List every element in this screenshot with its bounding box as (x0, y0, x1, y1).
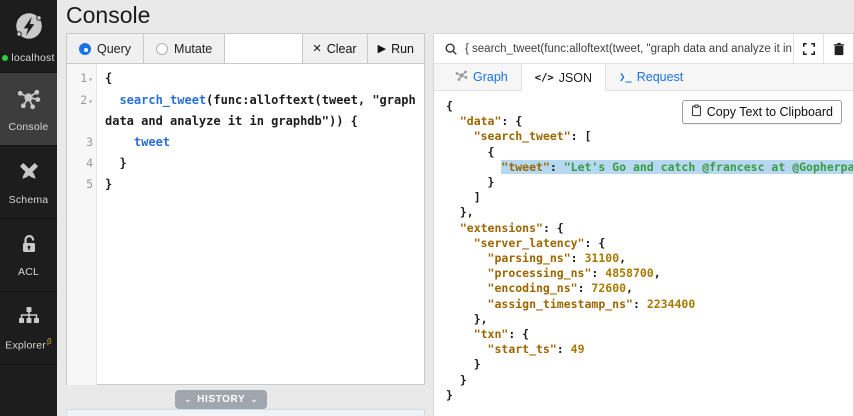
code-brackets-icon: </> (535, 72, 554, 84)
query-editor[interactable]: 1▾{2▾ search_tweet(func:alloftext(tweet,… (67, 64, 424, 385)
sidebar-item-explorer[interactable]: Explorerβ (0, 292, 57, 365)
query-mode-label: Query (97, 42, 131, 56)
sidebar: localhost Console (0, 0, 57, 416)
editor-line: 5} (67, 174, 424, 195)
query-panel: Query Mutate ✕ Clear ▶ Run 1▾{2▾ search_… (66, 33, 425, 385)
query-radio-icon[interactable] (79, 43, 91, 55)
json-line: "parsing_ns": 31100, (446, 251, 853, 266)
json-response-area: Copy Text to Clipboard { "data": { "sear… (434, 91, 853, 416)
json-line: } (446, 388, 853, 403)
json-line: } (446, 373, 853, 388)
terminal-prompt-icon: ❯_ (619, 71, 632, 83)
sidebar-item-acl[interactable]: ACL (0, 219, 57, 292)
tab-json[interactable]: </> JSON (521, 64, 606, 91)
dgraph-logo-icon (12, 9, 46, 48)
clipboard-icon (691, 104, 702, 120)
sidebar-item-console[interactable]: Console (0, 73, 57, 146)
json-line: }, (446, 312, 853, 327)
line-number: 1▾ (67, 68, 97, 90)
line-number: 3 (67, 132, 97, 153)
json-line: "extensions": { (446, 221, 853, 236)
tab-request[interactable]: ❯_ Request (606, 64, 696, 90)
json-line: "search_tweet": [ (446, 129, 853, 144)
query-toolbar: Query Mutate ✕ Clear ▶ Run (67, 34, 424, 64)
query-mode-radio[interactable]: Query (67, 34, 144, 63)
sidebar-item-label: Console (9, 121, 49, 133)
copy-to-clipboard-button[interactable]: Copy Text to Clipboard (682, 100, 842, 124)
app-window: localhost Console (0, 0, 854, 416)
json-line: "assign_timestamp_ns": 2234400 (446, 297, 853, 312)
json-line: "txn": { (446, 327, 853, 342)
search-icon (434, 42, 465, 56)
tab-graph[interactable]: Graph (442, 64, 521, 90)
chevron-down-icon: ⌄ (184, 394, 192, 405)
acl-lock-icon (17, 233, 41, 262)
result-searchbar[interactable]: { search_tweet(func:alloftext(tweet, "gr… (434, 34, 853, 64)
query-preview-text: { search_tweet(func:alloftext(tweet, "gr… (465, 43, 793, 55)
graph-tab-icon (455, 69, 468, 85)
editor-line: 1▾{ (67, 68, 424, 90)
schema-pencils-icon (16, 159, 42, 190)
json-line: "server_latency": { (446, 236, 853, 251)
line-number: 5 (67, 174, 97, 195)
json-line: "processing_ns": 4858700, (446, 266, 853, 281)
sidebar-item-label: Schema (9, 194, 49, 206)
mutate-mode-label: Mutate (174, 42, 212, 56)
clear-button[interactable]: ✕ Clear (302, 34, 367, 63)
history-panel-edge[interactable] (66, 409, 425, 416)
console-graph-icon (15, 85, 42, 117)
explorer-sitemap-icon (17, 304, 41, 333)
editor-line: 3 tweet (67, 132, 424, 153)
sidebar-item-localhost[interactable]: localhost (0, 0, 57, 73)
chevron-down-icon: ⌄ (250, 394, 258, 405)
result-tabs: Graph </> JSON ❯_ Request (434, 64, 853, 91)
run-icon: ▶ (378, 42, 386, 55)
json-line: "encoding_ns": 72600, (446, 281, 853, 296)
fold-caret-icon[interactable]: ▾ (88, 91, 93, 112)
fullscreen-button[interactable] (793, 34, 823, 63)
sidebar-item-schema[interactable]: Schema (0, 146, 57, 219)
json-line: } (446, 175, 853, 190)
json-line: "start_ts": 49 (446, 342, 853, 357)
run-button[interactable]: ▶ Run (367, 34, 424, 63)
sidebar-item-label: Explorerβ (5, 337, 52, 352)
sidebar-item-label: ACL (18, 266, 39, 278)
line-number: 4 (67, 153, 97, 174)
fold-caret-icon[interactable]: ▾ (88, 69, 93, 90)
editor-line: 2▾ search_tweet(func:alloftext(tweet, "g… (67, 90, 424, 132)
page-title: Console (66, 2, 150, 29)
editor-line: 4 } (67, 153, 424, 174)
result-panel: { search_tweet(func:alloftext(tweet, "gr… (433, 33, 854, 416)
editor-code: 1▾{2▾ search_tweet(func:alloftext(tweet,… (67, 64, 424, 195)
mutate-mode-radio[interactable]: Mutate (144, 34, 225, 63)
clear-icon: ✕ (313, 42, 322, 55)
history-toggle-button[interactable]: ⌄ HISTORY ⌄ (175, 390, 267, 409)
json-line: } (446, 357, 853, 372)
json-line: { (446, 145, 853, 160)
json-line: ] (446, 190, 853, 205)
connection-status-dot (2, 55, 8, 61)
json-line: }, (446, 205, 853, 220)
json-response-text: { "data": { "search_tweet": [ { "tweet":… (446, 99, 853, 403)
trash-button[interactable] (823, 34, 853, 63)
sidebar-item-label: localhost (11, 52, 54, 64)
mutate-radio-icon[interactable] (156, 43, 168, 55)
json-line: "tweet": "Let's Go and catch @francesc a… (446, 160, 853, 175)
toolbar-spacer (225, 34, 301, 63)
line-number: 2▾ (67, 90, 97, 112)
beta-badge: β (47, 337, 52, 346)
